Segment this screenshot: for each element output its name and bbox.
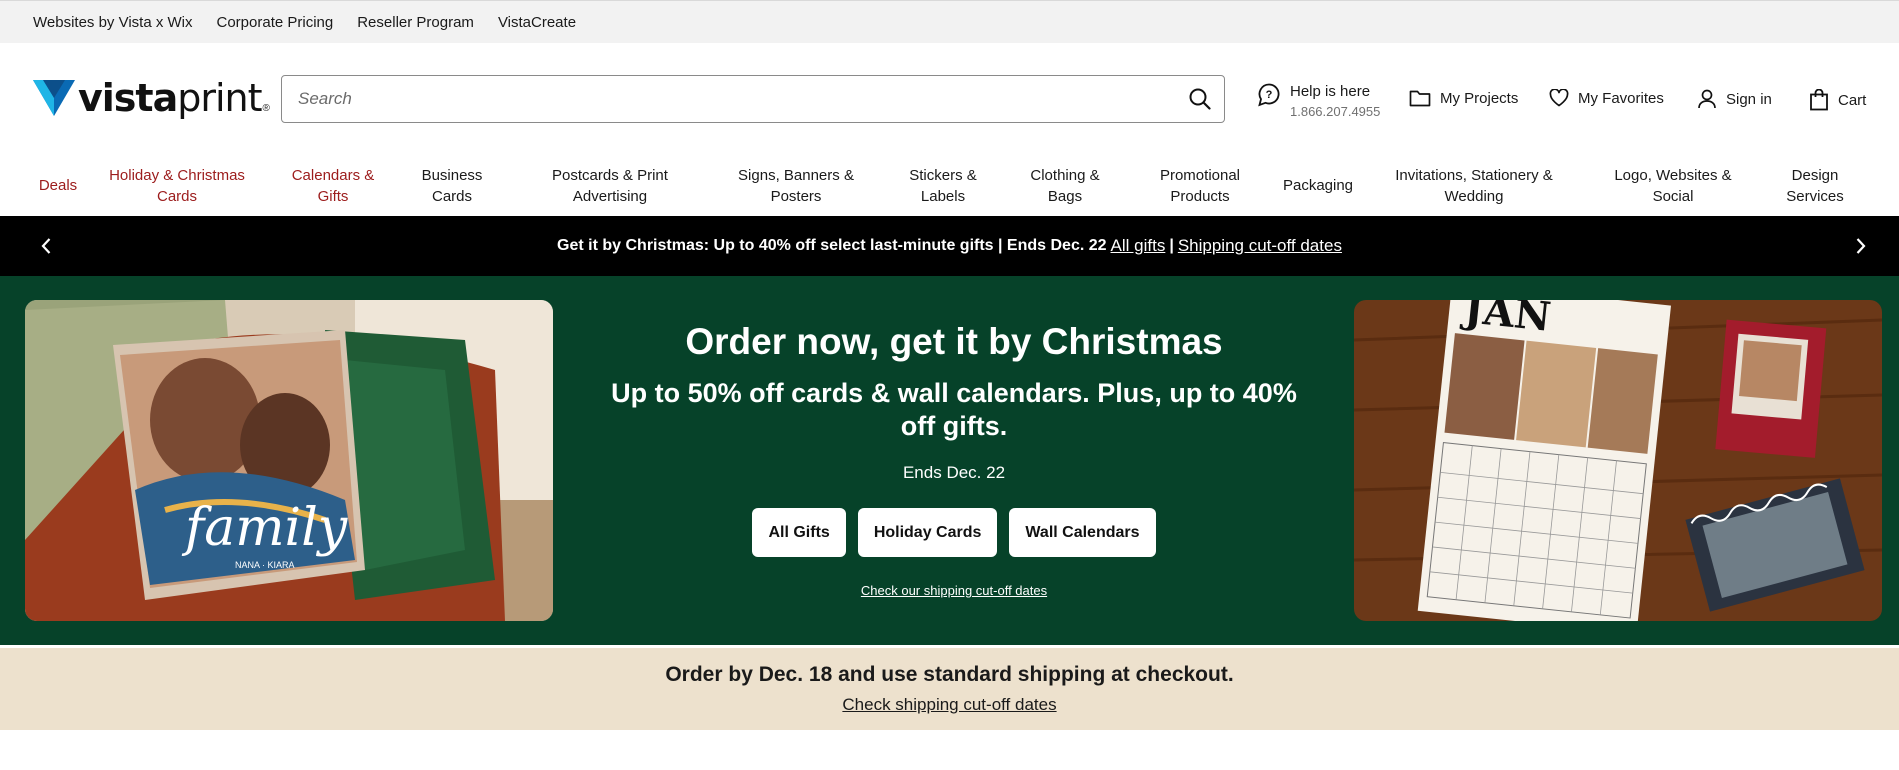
- hero-section: family NANA · KIARA Order now, get it by…: [0, 276, 1899, 645]
- calendar-photo: JAN: [1354, 300, 1882, 621]
- hero-button-group: All Gifts Holiday Cards Wall Calendars: [580, 508, 1328, 557]
- my-favorites-label: My Favorites: [1578, 89, 1664, 107]
- wall-calendars-button[interactable]: Wall Calendars: [1009, 508, 1156, 557]
- hero-left-image[interactable]: family NANA · KIARA: [25, 300, 553, 621]
- shipping-cutoff-link[interactable]: Check our shipping cut-off dates: [861, 583, 1047, 598]
- user-icon: [1698, 89, 1716, 109]
- hero-title: Order now, get it by Christmas: [685, 321, 1223, 362]
- help-phone[interactable]: 1.866.207.4955: [1290, 104, 1380, 119]
- nav-item-stickers-labels[interactable]: Stickers & Labels: [897, 155, 989, 216]
- sign-in-label: Sign in: [1726, 90, 1772, 108]
- utility-link-reseller[interactable]: Reseller Program: [357, 14, 474, 31]
- hero-ends-date: Ends Dec. 22: [902, 463, 1006, 482]
- nav-item-signs-banners[interactable]: Signs, Banners & Posters: [726, 155, 866, 216]
- nav-item-logo-websites[interactable]: Logo, Websites & Social: [1597, 155, 1749, 216]
- pillow-blanket-photo: family NANA · KIARA: [25, 300, 553, 621]
- logo-wordmark: vistaprint: [78, 76, 263, 120]
- promo-link-shipping[interactable]: Shipping cut-off dates: [1178, 236, 1342, 256]
- nav-item-invitations[interactable]: Invitations, Stationery & Wedding: [1387, 155, 1561, 216]
- promo-prev-button[interactable]: [34, 234, 58, 258]
- help-title: Help is here: [1290, 83, 1371, 100]
- my-favorites-link[interactable]: My Favorites: [1549, 89, 1664, 107]
- nav-item-clothing-bags[interactable]: Clothing & Bags: [1019, 155, 1111, 216]
- heart-icon: [1549, 89, 1569, 107]
- search-box: [281, 75, 1225, 123]
- utility-link-vistacreate[interactable]: VistaCreate: [498, 14, 576, 31]
- search-button[interactable]: [1176, 77, 1224, 121]
- chevron-right-icon: [1856, 238, 1866, 254]
- folder-icon: [1409, 90, 1431, 107]
- logo-triangle-icon: [33, 80, 75, 116]
- nav-item-business-cards[interactable]: Business Cards: [412, 155, 492, 216]
- nav-item-design-services[interactable]: Design Services: [1774, 155, 1856, 216]
- pillow-family-text: family: [181, 498, 348, 558]
- help-contact[interactable]: ? Help is here 1.866.207.4955: [1258, 83, 1380, 119]
- shipping-banner-link[interactable]: Check shipping cut-off dates: [842, 695, 1056, 715]
- help-bubble-icon: ?: [1258, 83, 1280, 107]
- promo-bar: Get it by Christmas: Up to 40% off selec…: [0, 216, 1899, 276]
- vistaprint-logo[interactable]: vistaprint ®: [33, 76, 270, 120]
- nav-item-packaging[interactable]: Packaging: [1276, 155, 1360, 216]
- holiday-cards-button[interactable]: Holiday Cards: [857, 508, 998, 557]
- main-nav: Deals Holiday & Christmas Cards Calendar…: [0, 155, 1899, 216]
- logo-registered-mark: ®: [262, 103, 270, 114]
- shipping-banner-title: Order by Dec. 18 and use standard shippi…: [665, 663, 1234, 686]
- search-input[interactable]: [282, 77, 1176, 121]
- promo-separator: |: [1169, 237, 1174, 254]
- pillow-names-text: NANA · KIARA: [235, 560, 295, 570]
- chevron-left-icon: [41, 238, 51, 254]
- all-gifts-button[interactable]: All Gifts: [752, 508, 846, 557]
- promo-next-button[interactable]: [1849, 234, 1873, 258]
- nav-item-holiday-cards[interactable]: Holiday & Christmas Cards: [102, 155, 252, 216]
- nav-item-deals[interactable]: Deals: [28, 155, 88, 216]
- hero-subtitle: Up to 50% off cards & wall calendars. Pl…: [611, 378, 1297, 441]
- nav-item-postcards[interactable]: Postcards & Print Advertising: [540, 155, 680, 216]
- shopping-bag-icon: [1810, 89, 1828, 111]
- search-icon: [1189, 88, 1211, 110]
- svg-text:?: ?: [1266, 89, 1273, 101]
- promo-link-all-gifts[interactable]: All gifts: [1111, 236, 1166, 256]
- utility-bar: Websites by Vista x Wix Corporate Pricin…: [0, 0, 1899, 43]
- cart-link[interactable]: Cart: [1809, 89, 1866, 111]
- utility-link-corporate-pricing[interactable]: Corporate Pricing: [217, 14, 334, 31]
- hero-right-image[interactable]: JAN: [1354, 300, 1882, 621]
- hero-content: Order now, get it by Christmas Up to 50%…: [580, 320, 1328, 600]
- utility-link-wix[interactable]: Websites by Vista x Wix: [33, 14, 193, 31]
- nav-item-calendars-gifts[interactable]: Calendars & Gifts: [277, 155, 389, 216]
- shipping-banner: Order by Dec. 18 and use standard shippi…: [0, 648, 1899, 730]
- nav-item-promotional[interactable]: Promotional Products: [1144, 155, 1256, 216]
- sign-in-link[interactable]: Sign in: [1697, 89, 1772, 109]
- my-projects-label: My Projects: [1440, 89, 1519, 107]
- cart-label: Cart: [1838, 91, 1867, 109]
- promo-text: Get it by Christmas: Up to 40% off selec…: [557, 237, 1107, 254]
- my-projects-link[interactable]: My Projects: [1409, 89, 1518, 107]
- header: vistaprint ® ? Help is here 1.866.207.49…: [0, 43, 1899, 155]
